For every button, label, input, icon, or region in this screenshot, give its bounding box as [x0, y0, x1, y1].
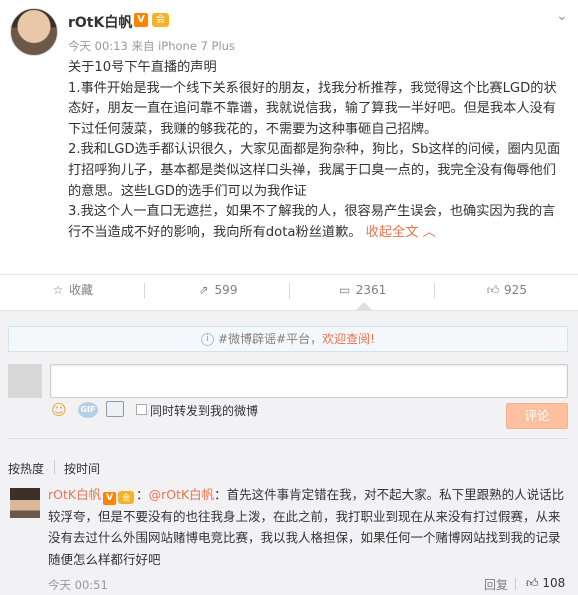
image-icon[interactable]	[106, 401, 124, 417]
comment-mention[interactable]: @rOtK白帆	[149, 487, 215, 502]
post-title: 关于10号下午直播的声明	[68, 60, 217, 75]
star-icon: ☆	[52, 283, 64, 297]
info-icon: i	[201, 333, 215, 346]
favorite-button[interactable]: ☆ 收藏	[0, 275, 144, 307]
post-paragraph-text: 3.我这个人一直口无遮拦，如果不了解我的人，很容易产生误会，也确实因为我的言行不…	[68, 204, 556, 240]
post-meta: 今天 00:13 来自 iPhone 7 Plus	[68, 39, 235, 53]
comment-input[interactable]	[50, 364, 568, 398]
divider	[8, 438, 568, 439]
emoji-icon[interactable]: ☺	[50, 401, 68, 419]
member-badge: 会	[118, 491, 135, 504]
comment-icon: ▭	[339, 283, 351, 297]
post-paragraph: 1.事件开始是我一个线下关系很好的朋友，找我分析推荐，我觉得这个比赛LGD的状态…	[68, 80, 557, 137]
comment-count: 2361	[355, 283, 387, 297]
collapse-link[interactable]: 收起全文 ︿	[366, 225, 436, 240]
notice-text: #微博辟谣#平台，	[218, 332, 323, 346]
action-bar: ☆ 收藏 ⇗ 599 ▭ 2361 👍︎ 925	[0, 274, 578, 306]
sort-by-time-tab[interactable]: 按时间	[64, 460, 100, 477]
verified-badge: V	[134, 13, 148, 27]
author-avatar[interactable]	[10, 8, 58, 56]
share-icon: ⇗	[198, 283, 209, 297]
notice-link[interactable]: 欢迎查阅!	[322, 332, 375, 346]
repost-checkbox-label: 同时转发到我的微博	[150, 404, 259, 418]
post-paragraph: 2.我和LGD选手都认识很久，大家见面都是狗杂种，狗比，Sb这样的问候，圈内见面…	[68, 142, 561, 199]
gif-icon[interactable]: GIF	[78, 402, 98, 418]
sort-by-hot-tab[interactable]: 按热度	[8, 460, 44, 477]
repost-checkbox[interactable]	[136, 404, 147, 415]
comment-text: rOtK白帆 V 会：@rOtK白帆：首先这件事肯定错在我，对不起大家。私下里跟熟的…	[48, 487, 565, 568]
comment-like-button[interactable]: 👍︎ 108	[526, 576, 565, 591]
thumbs-up-icon: 👍︎	[486, 283, 500, 297]
sort-divider	[54, 460, 55, 474]
post-body: 关于10号下午直播的声明 1.事件开始是我一个线下关系很好的朋友，找我分析推荐，…	[68, 58, 568, 243]
repost-button[interactable]: ⇗ 599	[145, 275, 289, 307]
like-count: 925	[504, 283, 527, 297]
comment-time: 今天 00:51	[48, 578, 108, 592]
comment-avatar[interactable]	[10, 488, 40, 518]
author-name[interactable]: rOtK白帆	[68, 12, 132, 32]
verified-badge: V	[103, 492, 117, 505]
repost-count: 599	[214, 283, 238, 297]
rumor-notice: i #微博辟谣#平台，欢迎查阅!	[8, 326, 568, 352]
panel-caret	[356, 302, 372, 310]
submit-comment-button[interactable]: 评论	[506, 403, 568, 429]
reply-button[interactable]: 回复	[484, 576, 508, 593]
member-badge: 会	[152, 13, 169, 27]
current-user-avatar	[8, 364, 42, 398]
comment-author[interactable]: rOtK白帆	[48, 487, 101, 502]
comment-action-divider	[515, 578, 516, 590]
chevron-down-icon[interactable]: ⌄	[556, 8, 568, 24]
thumbs-up-icon: 👍︎	[526, 576, 539, 590]
like-button[interactable]: 👍︎ 925	[435, 275, 578, 307]
favorite-label: 收藏	[68, 283, 93, 297]
comment-like-count: 108	[542, 576, 566, 590]
post-paragraph: 3.我这个人一直口无遮拦，如果不了解我的人，很容易产生误会，也确实因为我的言行不…	[68, 202, 568, 243]
